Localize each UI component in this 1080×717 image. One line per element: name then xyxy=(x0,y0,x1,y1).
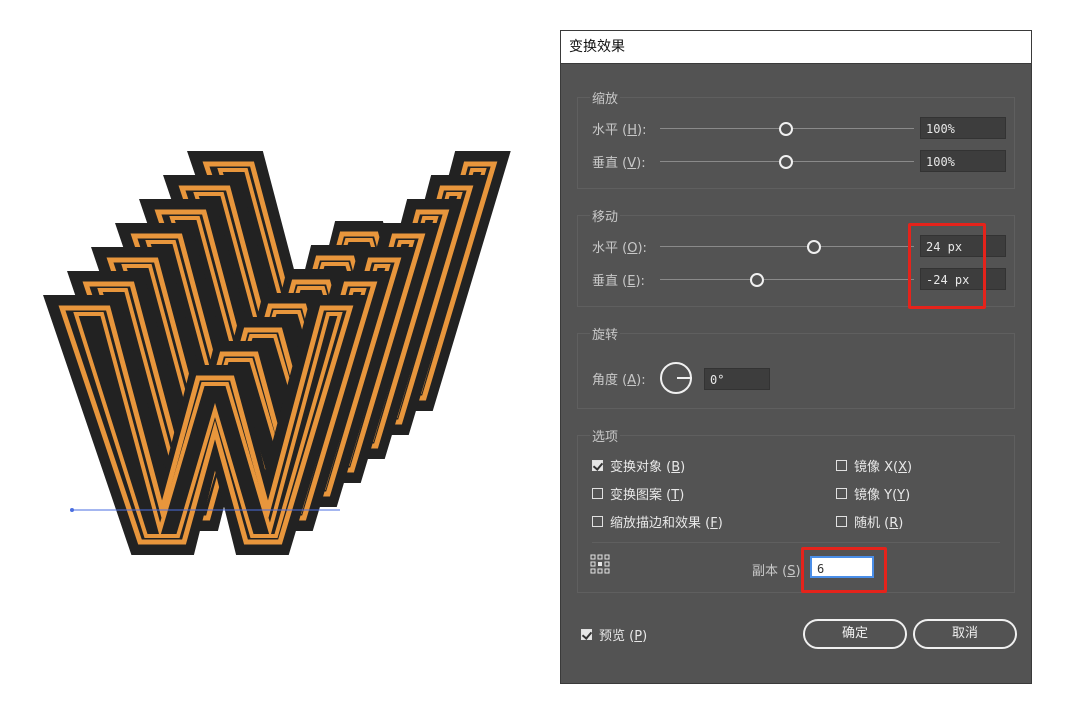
transform-patterns-label[interactable]: 变换图案 (T) xyxy=(610,484,684,503)
scale-strokes-label[interactable]: 缩放描边和效果 (F) xyxy=(610,512,723,531)
rotate-legend: 旋转 xyxy=(590,324,621,343)
scale-strokes-checkbox[interactable] xyxy=(592,516,603,527)
anchor-point xyxy=(70,508,74,512)
random-label[interactable]: 随机 (R) xyxy=(854,512,903,531)
copies-highlight xyxy=(801,547,887,593)
transform-objects-label[interactable]: 变换对象 (B) xyxy=(610,456,685,475)
move-horizontal-slider-knob[interactable] xyxy=(807,240,821,254)
scale-group: 缩放 水平 (H): 100% 垂直 (V): 100% xyxy=(577,88,1015,189)
reflect-y-checkbox[interactable] xyxy=(836,488,847,499)
copies-label: 副本 (S) xyxy=(752,564,801,579)
scale-vertical-label: 垂直 (V): xyxy=(592,156,646,171)
cancel-button[interactable]: 取消 xyxy=(913,619,1017,649)
reflect-x-label[interactable]: 镜像 X(X) xyxy=(854,456,912,475)
reflect-y-label[interactable]: 镜像 Y(Y) xyxy=(854,484,910,503)
reflect-x-checkbox[interactable] xyxy=(836,460,847,471)
rotate-angle-row: 角度 (A): 0° xyxy=(592,362,1006,396)
rotate-angle-input[interactable]: 0° xyxy=(704,368,770,390)
random-checkbox[interactable] xyxy=(836,516,847,527)
move-vertical-label: 垂直 (E): xyxy=(592,274,645,289)
scale-horizontal-input[interactable]: 100% xyxy=(920,117,1006,139)
move-vertical-slider-track[interactable] xyxy=(660,279,914,280)
artwork-canvas xyxy=(0,0,560,717)
scale-vertical-slider-knob[interactable] xyxy=(779,155,793,169)
transform-objects-checkbox[interactable] xyxy=(592,460,603,471)
rotate-group: 旋转 角度 (A): 0° xyxy=(577,324,1015,409)
options-group: 选项 变换对象 (B) 变换图案 (T) 缩放描边和效果 (F) 镜像 X(X)… xyxy=(577,426,1015,593)
preview-checkbox[interactable] xyxy=(581,629,592,640)
scale-horizontal-label: 水平 (H): xyxy=(592,123,647,138)
scale-legend: 缩放 xyxy=(590,88,621,107)
move-horizontal-label: 水平 (O): xyxy=(592,241,647,256)
dialog-title: 变换效果 xyxy=(561,31,1031,64)
angle-dial-icon[interactable] xyxy=(660,362,692,394)
scale-horizontal-slider-knob[interactable] xyxy=(779,122,793,136)
reference-point-icon[interactable] xyxy=(590,554,610,574)
scale-vertical-row: 垂直 (V): 100% xyxy=(592,150,1006,172)
options-divider xyxy=(592,542,1000,543)
move-values-highlight xyxy=(908,223,986,309)
ok-button[interactable]: 确定 xyxy=(803,619,907,649)
scale-horizontal-row: 水平 (H): 100% xyxy=(592,117,1006,139)
move-horizontal-slider-track[interactable] xyxy=(660,246,914,247)
move-legend: 移动 xyxy=(590,206,621,225)
transform-effect-dialog: 变换效果 缩放 水平 (H): 100% 垂直 (V): 100% 移动 水平 … xyxy=(560,30,1032,684)
transform-patterns-checkbox[interactable] xyxy=(592,488,603,499)
move-vertical-slider-knob[interactable] xyxy=(750,273,764,287)
rotate-angle-label: 角度 (A): xyxy=(592,373,646,388)
preview-label[interactable]: 预览 (P) xyxy=(599,625,647,644)
options-legend: 选项 xyxy=(590,426,621,445)
scale-vertical-input[interactable]: 100% xyxy=(920,150,1006,172)
